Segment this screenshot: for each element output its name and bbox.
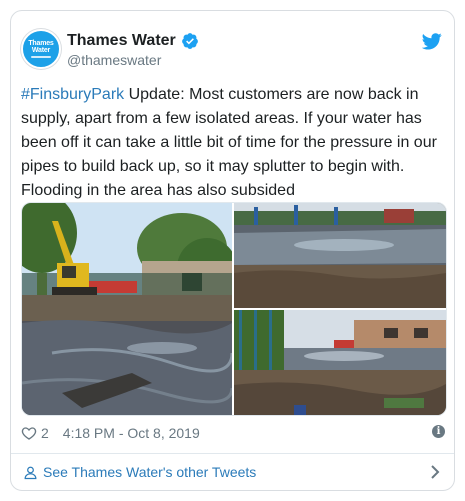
person-icon [24,466,37,479]
like-count[interactable]: 2 [41,425,49,441]
info-icon[interactable]: i [432,425,445,438]
twitter-bird-icon[interactable] [422,31,442,51]
avatar-wave [31,56,51,58]
account-name[interactable]: Thames Water [67,32,199,50]
avatar-text-line1: Thames [28,40,54,47]
chevron-right-icon [431,465,440,479]
tweet-text: #FinsburyPark Update: Most customers are… [21,83,445,203]
timestamp[interactable]: 4:18 PM - Oct 8, 2019 [63,425,200,441]
other-tweets-link[interactable]: See Thames Water's other Tweets [11,454,454,490]
tweet-card: Thames Water Thames Water @thameswater #… [10,10,455,491]
like-heart-icon[interactable] [21,425,37,441]
avatar-text-line2: Water [31,47,51,54]
photo-flooded-park[interactable] [22,203,232,415]
photo-flooded-playground[interactable] [234,203,446,308]
verified-badge-icon [181,33,198,49]
tweet-meta: 2 4:18 PM - Oct 8, 2019 i [21,423,445,443]
other-tweets-label: See Thames Water's other Tweets [43,464,257,480]
avatar[interactable]: Thames Water [21,29,61,69]
hashtag-link[interactable]: #FinsburyPark [21,86,124,103]
photo-flooded-street[interactable] [234,310,446,415]
account-name-text: Thames Water [67,32,176,49]
account-handle[interactable]: @thameswater [67,52,161,68]
tweet-media-grid [21,202,447,416]
